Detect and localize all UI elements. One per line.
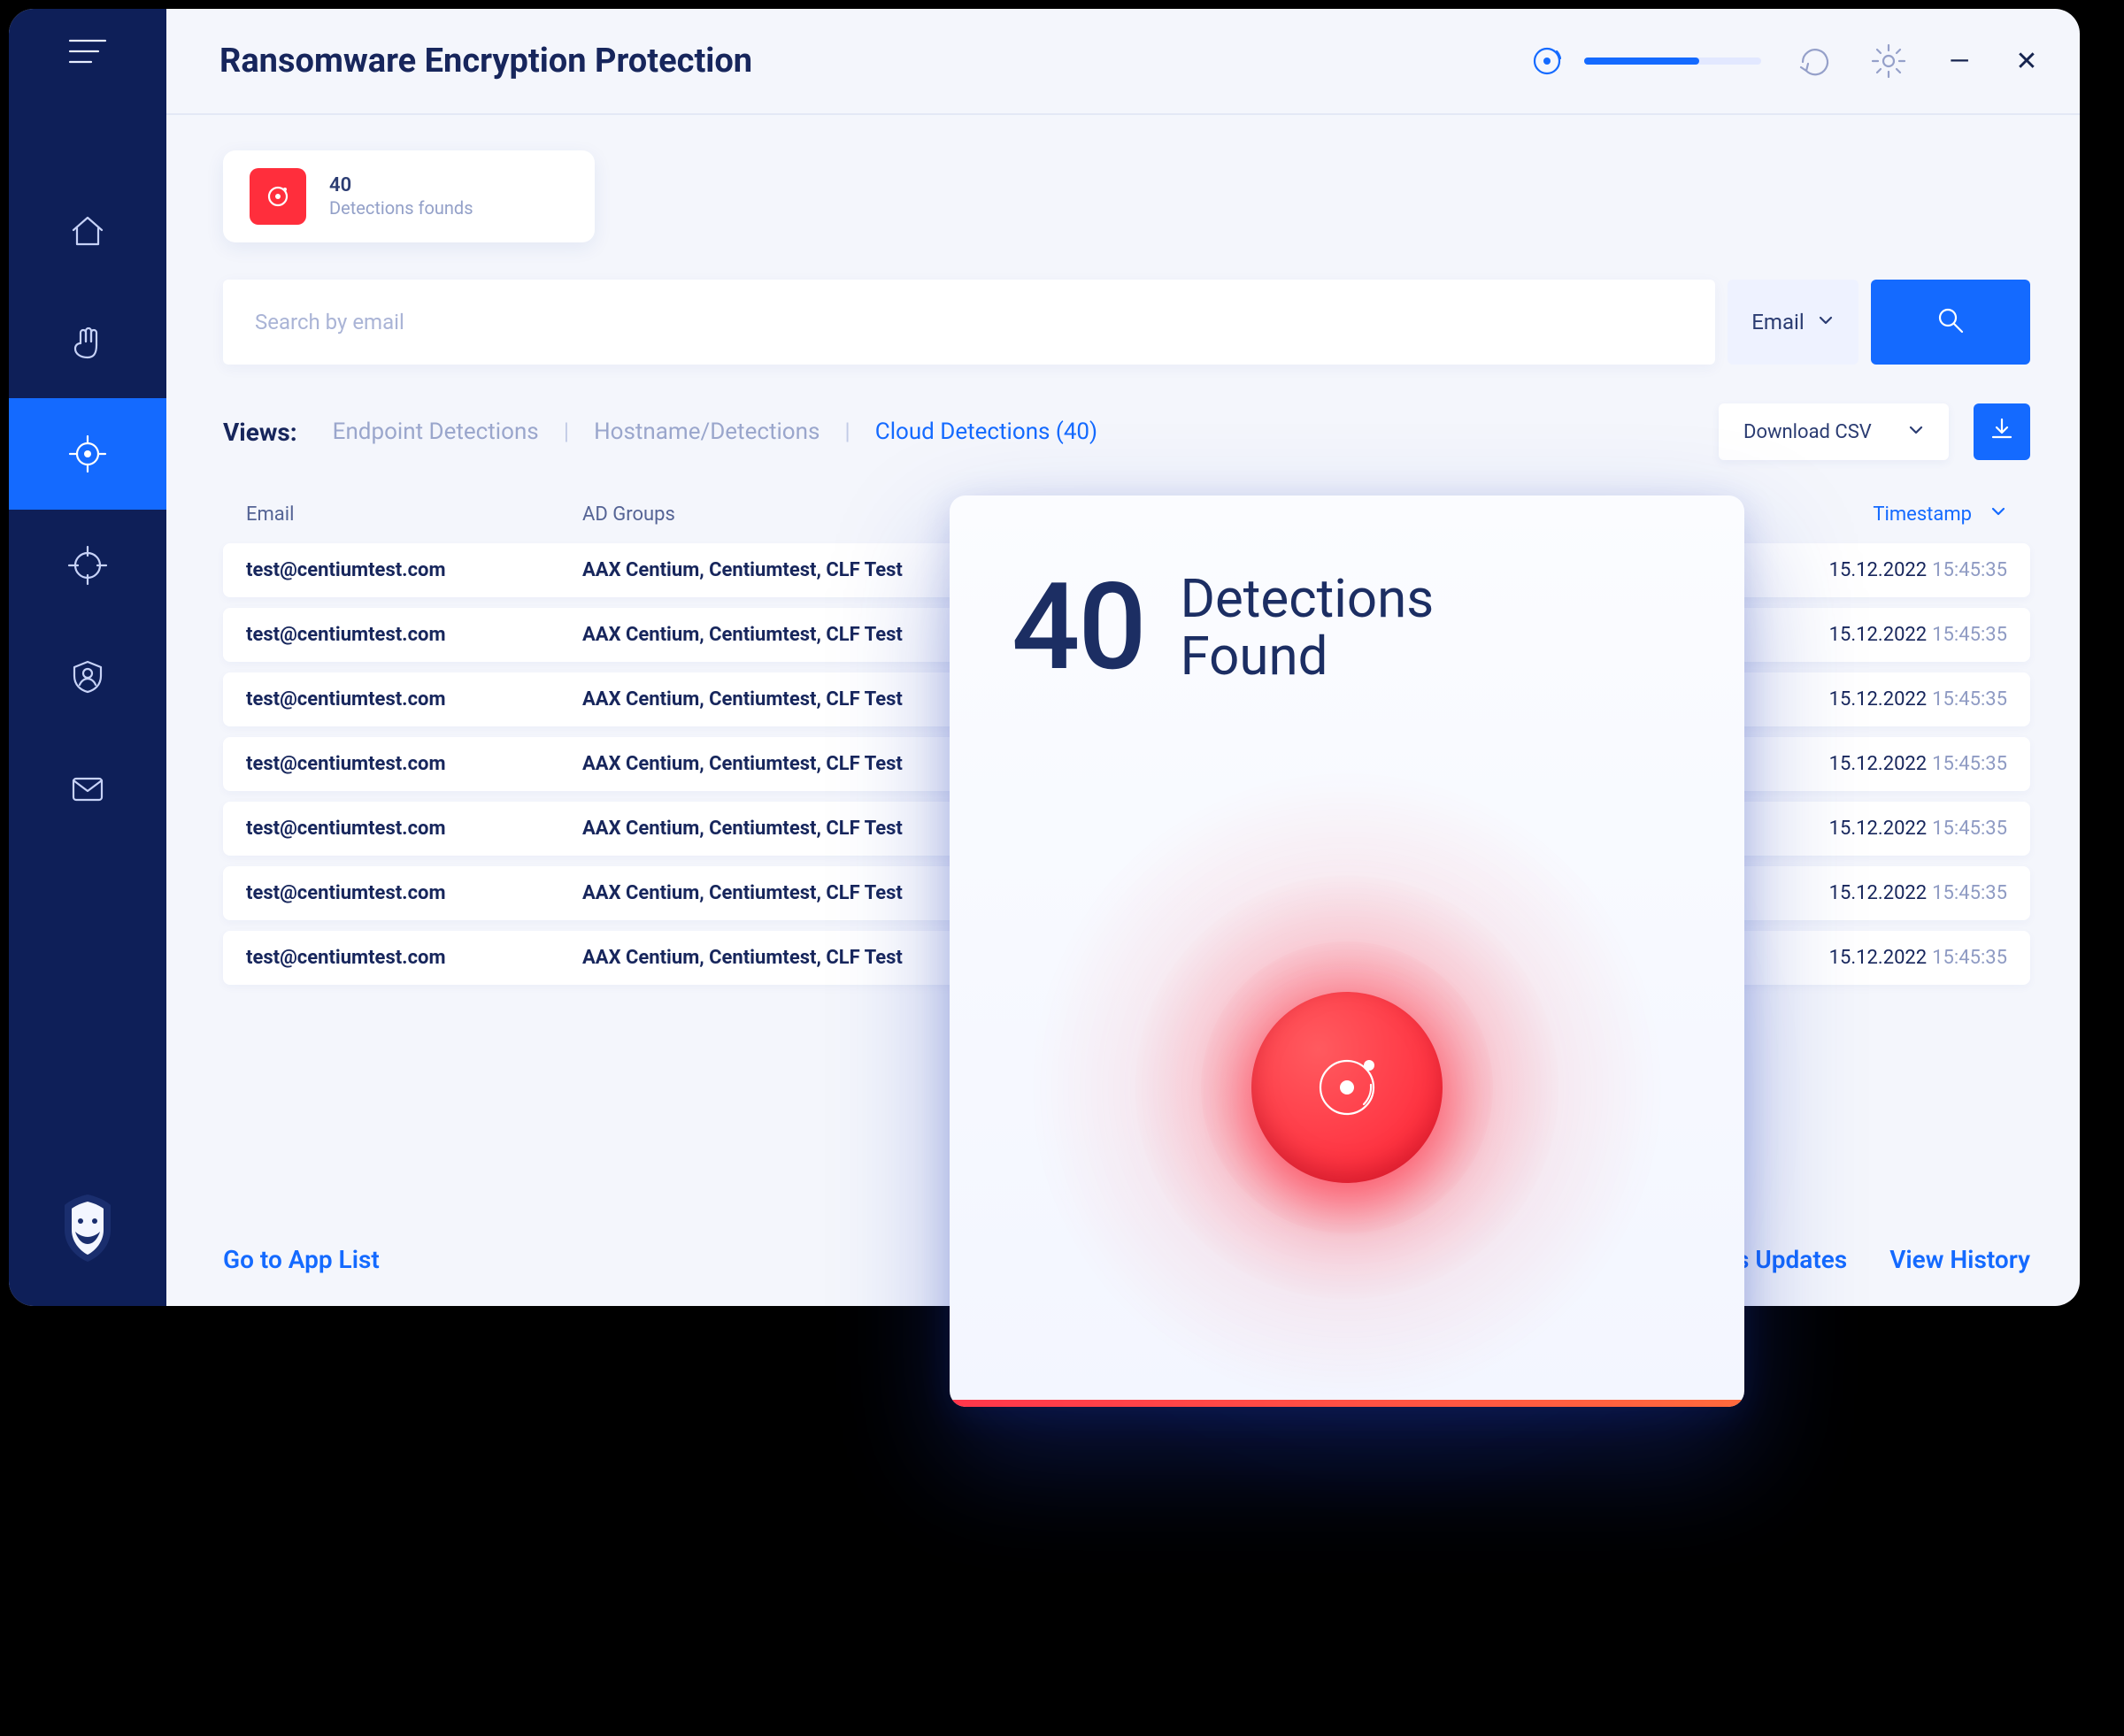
minimize-button[interactable]: —: [1942, 46, 1977, 77]
detections-overlay-card: 40 Detections Found: [950, 495, 1744, 1407]
search-filter-label: Email: [1751, 310, 1804, 334]
sort-chevron-icon[interactable]: [1989, 503, 2007, 526]
cell-email: test@centiumtest.com: [246, 559, 582, 581]
scan-progress: [1526, 40, 1761, 82]
sidebar-item-home[interactable]: [9, 175, 166, 287]
header: Ransomware Encryption Protection — ✕: [166, 9, 2080, 115]
target-icon: [66, 433, 109, 475]
cell-email: test@centiumtest.com: [246, 688, 582, 711]
go-to-app-list-link[interactable]: Go to App List: [223, 1245, 380, 1274]
download-csv-select[interactable]: Download CSV: [1719, 403, 1949, 460]
sidebar-item-crosshair[interactable]: [9, 510, 166, 621]
sidebar-item-user-shield[interactable]: [9, 621, 166, 733]
download-button[interactable]: [1974, 403, 2030, 460]
tab-cloud[interactable]: Cloud Detections (40): [875, 419, 1097, 445]
home-icon: [67, 211, 108, 251]
progress-fill: [1584, 58, 1699, 65]
chevron-down-icon: [1908, 421, 1924, 443]
mail-icon: [67, 768, 108, 809]
radar-core-icon: [1251, 992, 1443, 1183]
cell-email: test@centiumtest.com: [246, 624, 582, 646]
crosshair-icon: [67, 545, 108, 586]
search-filter-select[interactable]: Email: [1728, 280, 1858, 365]
chevron-down-icon: [1817, 310, 1835, 334]
sidebar: [9, 9, 166, 1306]
user-shield-icon: [67, 657, 108, 697]
overlay-count: 40: [1012, 557, 1145, 698]
search-icon: [1935, 305, 1966, 339]
sidebar-item-block[interactable]: [9, 287, 166, 398]
hand-icon: [67, 322, 108, 363]
scan-progress-icon: [1526, 40, 1568, 82]
cell-email: test@centiumtest.com: [246, 818, 582, 840]
sidebar-item-mail[interactable]: [9, 733, 166, 844]
search-input[interactable]: [255, 310, 1683, 334]
col-email: Email: [246, 503, 582, 526]
radar-graphic: [1028, 769, 1666, 1406]
tab-endpoint[interactable]: Endpoint Detections: [333, 419, 539, 445]
alert-badge-icon: [250, 168, 306, 225]
brand-logo: [9, 1186, 166, 1271]
summary-label: Detections founds: [329, 197, 473, 219]
overlay-label: Detections Found: [1181, 571, 1435, 686]
views-label: Views:: [223, 418, 297, 447]
refresh-icon[interactable]: [1793, 40, 1835, 82]
hamburger-icon[interactable]: [65, 34, 111, 69]
close-button[interactable]: ✕: [2009, 46, 2044, 77]
download-csv-label: Download CSV: [1743, 421, 1872, 443]
summary-count: 40: [329, 174, 473, 196]
sidebar-item-detections[interactable]: [9, 398, 166, 510]
download-icon: [1989, 416, 2015, 449]
summary-card: 40 Detections founds: [223, 150, 595, 242]
cell-email: test@centiumtest.com: [246, 882, 582, 904]
page-title: Ransomware Encryption Protection: [219, 42, 752, 81]
cell-email: test@centiumtest.com: [246, 947, 582, 969]
search-button[interactable]: [1871, 280, 2030, 365]
gear-icon[interactable]: [1867, 40, 1910, 82]
tab-hostname[interactable]: Hostname/Detections: [594, 419, 820, 445]
cell-email: test@centiumtest.com: [246, 753, 582, 775]
search-input-wrap[interactable]: [223, 280, 1715, 365]
